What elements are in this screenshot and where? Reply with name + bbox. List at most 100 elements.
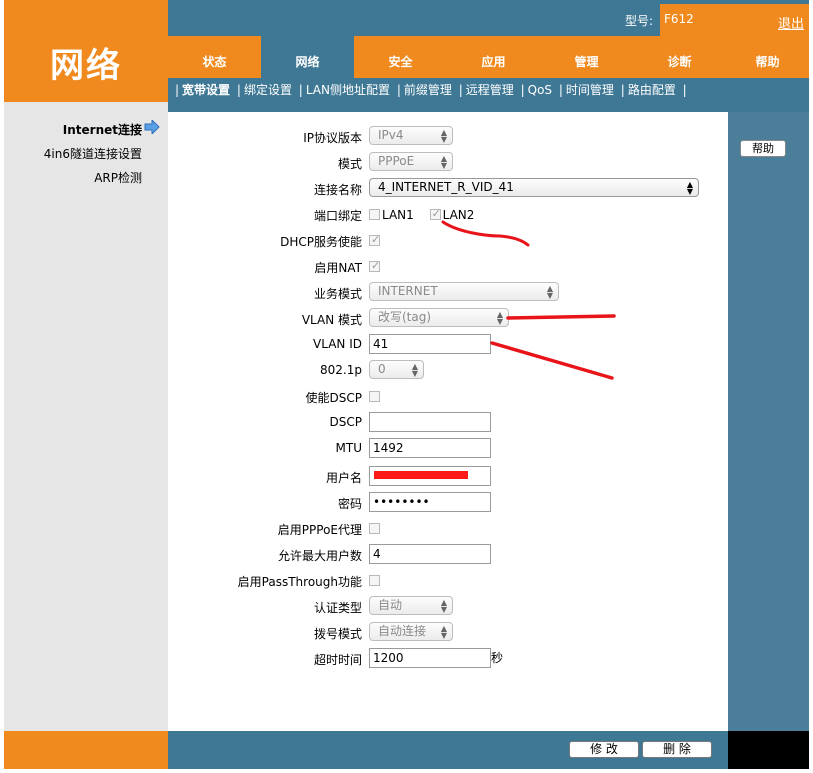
settings-form: IP协议版本 IPv4 ▲ ▼ 模式 PPPoE ▲ ▼ 连接名称 4_INTERNET… (168, 112, 728, 731)
tab-status[interactable]: 状态 (168, 36, 261, 78)
main-area: IP协议版本 IPv4 ▲ ▼ 模式 PPPoE ▲ ▼ 连接名称 4_INTERNET… (168, 102, 728, 731)
lan1-checkbox[interactable] (369, 209, 380, 220)
model-box: F612 退出 (660, 4, 809, 36)
lan1-label: LAN1 (382, 207, 414, 222)
vlan-id-input[interactable]: 41 (369, 334, 491, 354)
pppoe-proxy-checkbox[interactable] (369, 523, 380, 534)
row-timeout: 超时时间 1200 秒 (168, 648, 728, 670)
delete-button[interactable]: 删 除 (642, 741, 712, 758)
tab-network[interactable]: 网络 (261, 36, 354, 78)
subnav-time[interactable]: 时间管理 (566, 83, 614, 97)
subnav-prefix[interactable]: 前缀管理 (404, 83, 452, 97)
sidebar-item-4in6[interactable]: 4in6隧道连接设置 (44, 145, 142, 162)
row-dscp: DSCP (168, 412, 728, 434)
modify-button[interactable]: 修 改 (569, 741, 639, 758)
pppoe-proxy-label: 启用PPPoE代理 (277, 523, 362, 537)
tab-management[interactable]: 管理 (540, 36, 633, 78)
row-vlan-mode: VLAN 模式 改写(tag) ▲ ▼ (168, 308, 728, 330)
timeout-unit: 秒 (491, 651, 504, 665)
lan2-label: LAN2 (442, 207, 475, 222)
tab-security[interactable]: 安全 (354, 36, 447, 78)
help-button[interactable]: 帮助 (740, 140, 786, 157)
row-passthrough: 启用PassThrough功能 (168, 570, 728, 592)
auth-type-label: 认证类型 (313, 601, 362, 615)
updown-icon: ▲ ▼ (496, 310, 503, 326)
passthrough-checkbox[interactable] (369, 575, 380, 586)
dscp-input[interactable] (369, 412, 491, 432)
dscp-enable-checkbox[interactable] (369, 391, 380, 402)
redaction-mark (374, 471, 468, 479)
sidebar-item-internet[interactable]: Internet连接 (63, 121, 142, 138)
subnav-broadband[interactable]: 宽带设置 (182, 83, 230, 97)
mtu-label: MTU (335, 441, 362, 455)
row-auth-type: 认证类型 自动 ▲ ▼ (168, 596, 728, 618)
top-bar: 型号: F612 退出 (168, 0, 809, 36)
row-mtu: MTU 1492 (168, 438, 728, 460)
subnav-lan-address[interactable]: LAN侧地址配置 (306, 83, 390, 97)
dscp-label: DSCP (329, 415, 362, 429)
conn-name-select[interactable]: 4_INTERNET_R_VID_41 ▲ ▼ (369, 178, 699, 197)
subnav-qos[interactable]: QoS (528, 83, 552, 97)
subnav-binding[interactable]: 绑定设置 (244, 83, 292, 97)
row-username: 用户名 (168, 466, 728, 488)
dial-mode-label: 拨号模式 (313, 627, 362, 641)
updown-icon: ▲ ▼ (411, 362, 418, 378)
sub-nav: | 宽带设置 | 绑定设置 | LAN侧地址配置 | 前缀管理 | 远程管理 | QoS |… (168, 78, 809, 102)
row-nat: 启用NAT ✓ (168, 256, 728, 278)
conn-name-label: 连接名称 (313, 183, 362, 197)
timeout-label: 超时时间 (313, 653, 362, 667)
updown-icon: ▲ ▼ (440, 598, 447, 614)
updown-icon: ▲ ▼ (440, 154, 447, 170)
logout-link[interactable]: 退出 (778, 13, 804, 32)
row-conn-name: 连接名称 4_INTERNET_R_VID_41 ▲ ▼ (168, 178, 728, 200)
nat-label: 启用NAT (314, 261, 362, 275)
right-sidebar: 帮助 (728, 102, 809, 731)
passthrough-label: 启用PassThrough功能 (237, 575, 362, 589)
vlan-mode-label: VLAN 模式 (301, 313, 362, 327)
row-dot1p: 802.1p 0 ▲ ▼ (168, 360, 728, 382)
brand-panel: 网络 (4, 0, 168, 102)
footer-right (728, 731, 809, 769)
dot1p-select[interactable]: 0 ▲ ▼ (369, 360, 424, 379)
footer-bar: 修 改 删 除 (168, 731, 728, 769)
updown-icon: ▲ ▼ (440, 624, 447, 640)
sidebar-item-arp[interactable]: ARP检测 (94, 169, 142, 186)
main-nav: 状态 网络 安全 应用 管理 诊断 帮助 (168, 36, 809, 78)
max-users-input[interactable]: 4 (369, 544, 491, 564)
port-bind-label: 端口绑定 (313, 209, 362, 223)
subnav-remote[interactable]: 远程管理 (466, 83, 514, 97)
auth-type-select[interactable]: 自动 ▲ ▼ (369, 596, 453, 615)
ip-version-select[interactable]: IPv4 ▲ ▼ (369, 126, 453, 145)
max-users-label: 允许最大用户数 (277, 549, 362, 563)
username-label: 用户名 (325, 471, 362, 485)
updown-icon: ▲ ▼ (440, 128, 447, 144)
vlan-mode-select[interactable]: 改写(tag) ▲ ▼ (369, 308, 509, 327)
tab-diagnostics[interactable]: 诊断 (633, 36, 726, 78)
mode-label: 模式 (337, 157, 362, 171)
tab-help[interactable]: 帮助 (726, 36, 809, 78)
row-max-users: 允许最大用户数 4 (168, 544, 728, 566)
mtu-input[interactable]: 1492 (369, 438, 491, 458)
service-mode-label: 业务模式 (313, 287, 362, 301)
row-dial-mode: 拨号模式 自动连接 ▲ ▼ (168, 622, 728, 644)
row-vlan-id: VLAN ID 41 (168, 334, 728, 356)
lan2-checkbox[interactable]: ✓ (429, 207, 441, 220)
dscp-enable-label: 使能DSCP (305, 391, 362, 405)
left-sidebar: Internet连接 4in6隧道连接设置 ARP检测 (4, 102, 168, 731)
dial-mode-select[interactable]: 自动连接 ▲ ▼ (369, 622, 453, 641)
username-input[interactable] (369, 466, 491, 486)
nat-checkbox[interactable]: ✓ (369, 259, 380, 272)
row-ip-version: IP协议版本 IPv4 ▲ ▼ (168, 126, 728, 148)
arrow-right-icon (144, 120, 160, 134)
dhcp-checkbox[interactable]: ✓ (369, 233, 380, 246)
vlan-id-label: VLAN ID (313, 337, 362, 351)
mode-select[interactable]: PPPoE ▲ ▼ (369, 152, 453, 171)
tab-application[interactable]: 应用 (447, 36, 540, 78)
row-port-bind: 端口绑定 LAN1 ✓ LAN2 (168, 204, 728, 226)
model-value: F612 (664, 12, 694, 26)
subnav-route[interactable]: 路由配置 (628, 83, 676, 97)
password-label: 密码 (337, 497, 362, 511)
timeout-input[interactable]: 1200 (369, 648, 491, 668)
password-input[interactable]: •••••••• (369, 492, 491, 512)
service-mode-select[interactable]: INTERNET ▲ ▼ (369, 282, 559, 301)
